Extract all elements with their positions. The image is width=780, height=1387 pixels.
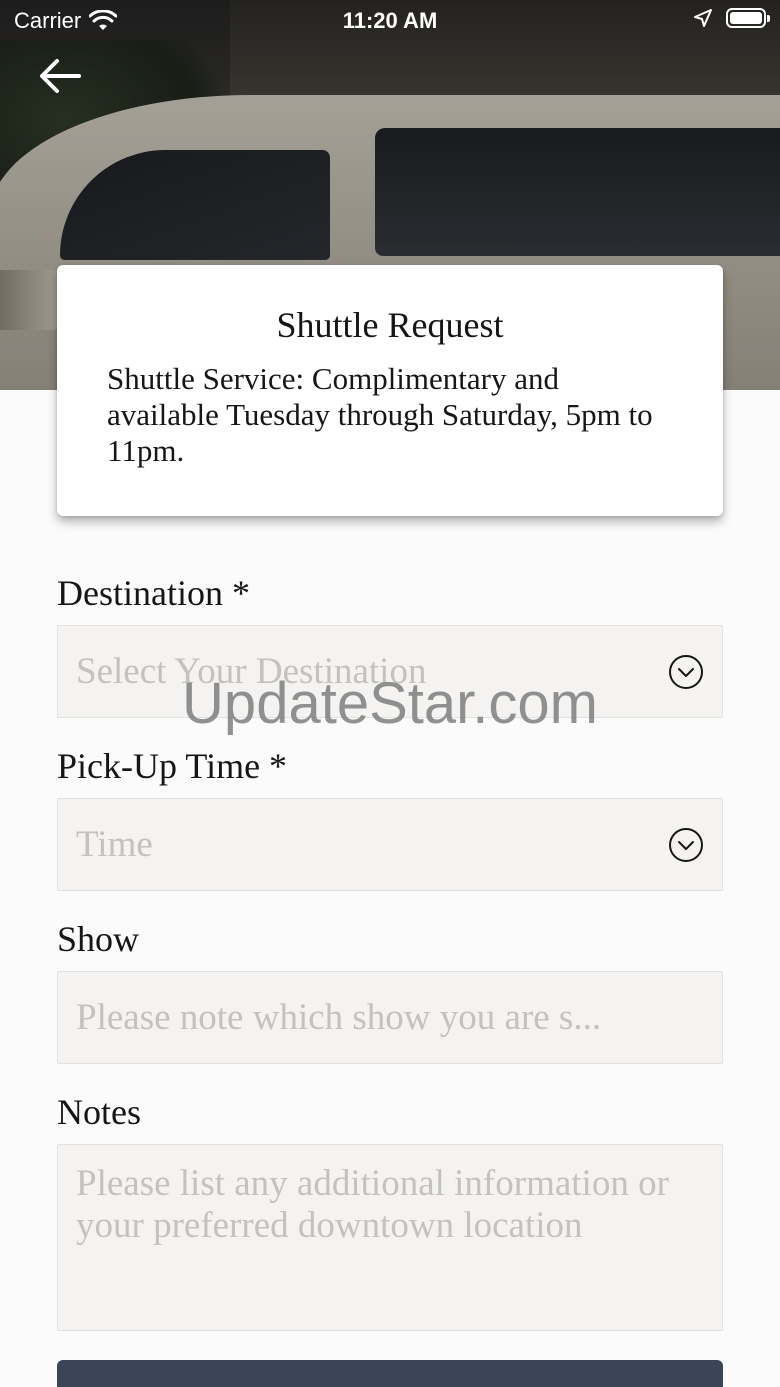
status-bar: Carrier 11:20 AM xyxy=(0,0,780,40)
show-label: Show xyxy=(57,919,140,959)
chevron-down-icon xyxy=(669,654,703,689)
page-title: Shuttle Request xyxy=(276,305,504,345)
notes-textarea[interactable]: Please list any additional information o… xyxy=(57,1144,723,1331)
notes-placeholder: Please list any additional information o… xyxy=(76,1163,669,1246)
status-right xyxy=(694,8,770,28)
location-arrow-icon xyxy=(694,9,712,27)
service-description: Shuttle Service: Complimentary and avail… xyxy=(107,361,653,468)
pickup-time-placeholder: Time xyxy=(76,824,153,865)
destination-placeholder: Select Your Destination xyxy=(76,651,427,692)
pickup-time-label: Pick-Up Time * xyxy=(57,746,288,786)
pickup-time-select[interactable]: Time xyxy=(57,798,723,891)
battery-icon xyxy=(726,8,770,28)
show-input[interactable]: Please note which show you are s... xyxy=(57,971,723,1064)
chevron-down-icon xyxy=(669,827,703,862)
info-card: Shuttle Request Shuttle Service: Complim… xyxy=(57,265,723,516)
destination-select[interactable]: Select Your Destination xyxy=(57,625,723,718)
show-placeholder: Please note which show you are s... xyxy=(76,997,602,1038)
status-time: 11:20 AM xyxy=(342,8,438,33)
notes-label: Notes xyxy=(57,1092,141,1132)
destination-label: Destination * xyxy=(57,573,250,613)
back-button[interactable] xyxy=(36,52,84,100)
submit-button[interactable] xyxy=(57,1360,723,1387)
back-arrow-icon xyxy=(40,59,81,93)
